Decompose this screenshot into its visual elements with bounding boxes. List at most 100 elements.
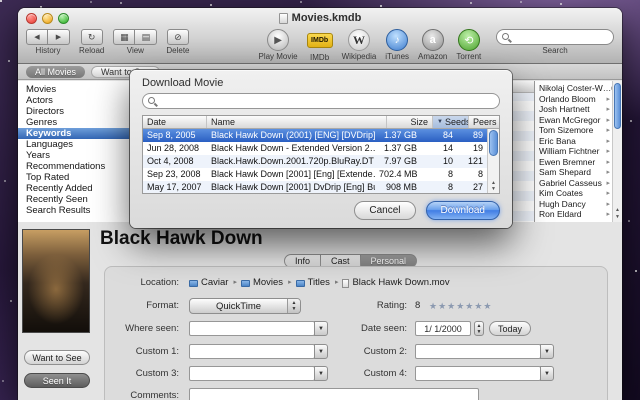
scrollbar-thumb[interactable] (489, 130, 498, 156)
sidebar-item-movies[interactable]: Movies (18, 84, 131, 95)
combo-arrow-icon[interactable]: ▼ (314, 366, 328, 381)
list-item[interactable]: Sam Shepard ▸ (535, 167, 622, 178)
table-row[interactable]: Oct 4, 2008 Black.Hawk.Down.2001.720p.Bl… (143, 155, 487, 168)
column-header-seeds[interactable]: ▼ Seeds (433, 116, 469, 128)
scroll-up-icon[interactable]: ▲ (615, 207, 620, 214)
list-item[interactable]: Kim Coates ▸ (535, 188, 622, 199)
sidebar-item-top-rated[interactable]: Top Rated (18, 172, 131, 183)
column-header-size[interactable]: Size (387, 116, 433, 128)
table-row[interactable]: Sep 8, 2005 Black Hawk Down (2001) [ENG]… (143, 129, 487, 142)
sidebar-item-search-results[interactable]: Search Results (18, 205, 131, 216)
breadcrumb-item[interactable]: Black Hawk Down.mov (342, 275, 450, 291)
list-item[interactable]: Ron Eldard ▸ (535, 209, 622, 220)
breadcrumb-item[interactable]: Caviar (189, 275, 237, 291)
date-seen-field[interactable]: 1/ 1/2000 (415, 321, 471, 336)
minimize-button[interactable] (42, 13, 53, 24)
wikipedia-button[interactable]: W (347, 29, 370, 51)
dialog-search-input[interactable] (142, 93, 500, 109)
sidebar-item-languages[interactable]: Languages (18, 139, 131, 150)
disclosure-icon[interactable]: ▸ (606, 95, 610, 103)
sidebar-item-years[interactable]: Years (18, 150, 131, 161)
disclosure-icon[interactable]: ▸ (606, 200, 610, 208)
torrent-button[interactable]: ⟲ (457, 29, 480, 51)
list-item[interactable]: Ewen Bremner ▸ (535, 157, 622, 168)
zoom-button[interactable] (58, 13, 69, 24)
combo-arrow-icon[interactable]: ▼ (540, 366, 554, 381)
imdb-button[interactable]: IMDb (306, 33, 333, 48)
disclosure-icon[interactable]: ▸ (606, 210, 610, 218)
sidebar-item-recently-added[interactable]: Recently Added (18, 183, 131, 194)
combo-arrow-icon[interactable]: ▼ (314, 321, 328, 336)
table-row[interactable]: Jun 28, 2008 Black Hawk Down - Extended … (143, 142, 487, 155)
want-to-see-button[interactable]: Want to See (24, 350, 90, 365)
window-title: Movies.kmdb (278, 8, 361, 28)
itunes-button[interactable]: ♪ (386, 29, 409, 51)
list-item[interactable]: Eric Bana ▸ (535, 136, 622, 147)
disclosure-icon[interactable]: ▸ (606, 179, 610, 187)
custom3-combo[interactable]: ▼ (189, 366, 328, 381)
seen-it-button[interactable]: Seen It (24, 373, 90, 388)
disclosure-icon[interactable]: ▸ (606, 189, 610, 197)
disclosure-icon[interactable]: ▸ (606, 126, 610, 134)
list-item[interactable]: Hugh Dancy ▸ (535, 199, 622, 210)
custom4-combo[interactable]: ▼ (415, 366, 554, 381)
custom2-combo[interactable]: ▼ (415, 344, 554, 359)
actors-scrollbar[interactable]: ▲ ▼ (612, 81, 622, 222)
table-row[interactable]: Sep 23, 2008 Black Hawk Down [2001] [Eng… (143, 168, 487, 181)
table-scrollbar[interactable]: ▲ ▼ (487, 129, 499, 193)
close-button[interactable] (26, 13, 37, 24)
disclosure-icon[interactable]: ▸ (606, 147, 610, 155)
view-grid-button[interactable]: ▦ (113, 29, 136, 45)
delete-button[interactable]: ⊘ (166, 29, 189, 45)
scrollbar-arrows[interactable]: ▲ ▼ (613, 206, 622, 222)
scope-all-movies[interactable]: All Movies (26, 65, 86, 78)
combo-arrow-icon[interactable]: ▼ (314, 344, 328, 359)
list-item[interactable]: Ewan McGregor ▸ (535, 115, 622, 126)
scroll-down-icon[interactable]: ▼ (615, 214, 620, 221)
combo-arrow-icon[interactable]: ▼ (540, 344, 554, 359)
cancel-button[interactable]: Cancel (354, 201, 416, 220)
disclosure-icon[interactable]: ▸ (606, 116, 610, 124)
sidebar-item-directors[interactable]: Directors (18, 106, 131, 117)
toolbar-search-input[interactable] (496, 29, 614, 45)
column-header-name[interactable]: Name (207, 116, 387, 128)
date-stepper[interactable]: ▲ ▼ (474, 321, 484, 336)
list-item[interactable]: Nikolaj Coster-W…▸ (535, 83, 622, 94)
list-item[interactable]: Josh Hartnett ▸ (535, 104, 622, 115)
disclosure-icon[interactable]: ▸ (606, 105, 610, 113)
list-item[interactable]: Gabriel Casseus ▸ (535, 178, 622, 189)
reload-button[interactable]: ↻ (80, 29, 103, 45)
breadcrumb-item[interactable]: Movies (240, 275, 292, 291)
list-item[interactable]: Tom Sizemore ▸ (535, 125, 622, 136)
view-list-button[interactable]: ▤ (135, 29, 158, 45)
titlebar[interactable]: Movies.kmdb (18, 8, 622, 28)
sidebar-item-genres[interactable]: Genres (18, 117, 131, 128)
column-header-date[interactable]: Date (143, 116, 207, 128)
today-button[interactable]: Today (489, 321, 532, 336)
play-movie-button[interactable]: ▶ (267, 29, 290, 51)
column-header-peers[interactable]: Peers (469, 116, 499, 128)
list-item[interactable]: William Fichtner ▸ (535, 146, 622, 157)
disclosure-icon[interactable]: ▸ (606, 168, 610, 176)
scrollbar-arrows[interactable]: ▲ ▼ (488, 180, 499, 192)
sidebar-item-recently-seen[interactable]: Recently Seen (18, 194, 131, 205)
forward-button[interactable]: ▶ (48, 29, 70, 45)
sidebar-item-recommendations[interactable]: Recommendations (18, 161, 131, 172)
amazon-button[interactable]: a (421, 29, 444, 51)
comments-field[interactable] (189, 388, 479, 400)
sidebar-item-keywords[interactable]: Keywords (18, 128, 131, 139)
movie-poster-thumbnail[interactable] (22, 229, 90, 333)
sidebar-item-actors[interactable]: Actors (18, 95, 131, 106)
download-button[interactable]: Download (425, 201, 500, 220)
disclosure-icon[interactable]: ▸ (606, 158, 610, 166)
table-row[interactable]: May 17, 2007 Black Hawk Down [2001] DvDr… (143, 181, 487, 193)
back-button[interactable]: ◀ (26, 29, 48, 45)
scrollbar-thumb[interactable] (614, 83, 621, 129)
format-popup[interactable]: QuickTime ▲ ▼ (189, 298, 301, 314)
custom1-combo[interactable]: ▼ (189, 344, 328, 359)
disclosure-icon[interactable]: ▸ (606, 137, 610, 145)
breadcrumb-item[interactable]: Titles (295, 275, 339, 291)
rating-stars[interactable]: ★★★★★★★ (429, 298, 492, 314)
where-seen-combo[interactable]: ▼ (189, 321, 328, 336)
list-item[interactable]: Orlando Bloom ▸ (535, 94, 622, 105)
